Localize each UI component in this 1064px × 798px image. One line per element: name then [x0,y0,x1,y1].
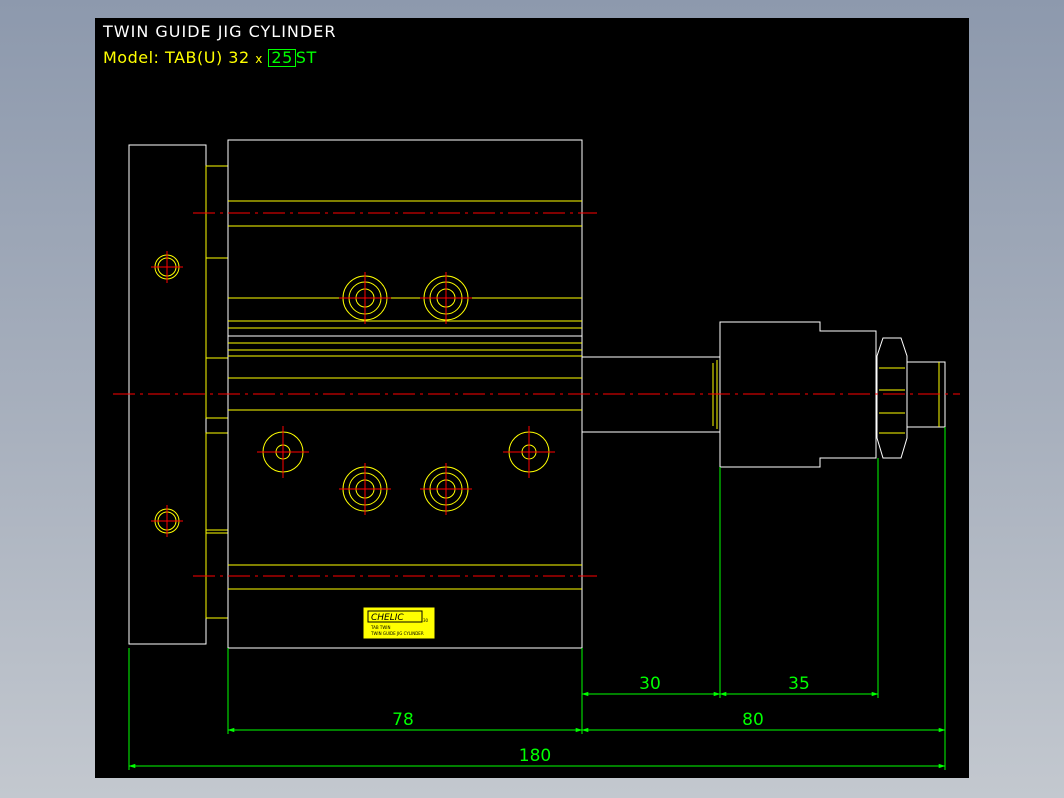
hex-nut [876,337,908,459]
nameplate-brand: CHELIC [371,613,404,623]
nameplate-suffix: 30 [423,618,429,623]
centerlines [113,212,960,577]
nameplate-line1: TAB TWIN [370,625,390,630]
dim-35: 35 [788,674,810,694]
extension-lines [128,427,946,770]
body-lines [228,200,582,590]
dim-30: 30 [639,674,661,694]
nameplate-logo: CHELIC 30 TAB TWIN TWIN GUIDE JIG CYLIND… [363,607,435,639]
dim-78: 78 [392,710,414,730]
cylinder-drawing: CHELIC 30 TAB TWIN TWIN GUIDE JIG CYLIND… [113,139,960,770]
guide-rod-stubs [205,165,229,619]
cad-viewport[interactable]: TWIN GUIDE JIG CYLINDER Model: TAB(U) 32… [95,18,969,778]
dim-180: 180 [519,746,551,766]
dim-80: 80 [742,710,764,730]
nameplate-line2: TWIN GUIDE JIG CYLINDER [370,631,424,636]
